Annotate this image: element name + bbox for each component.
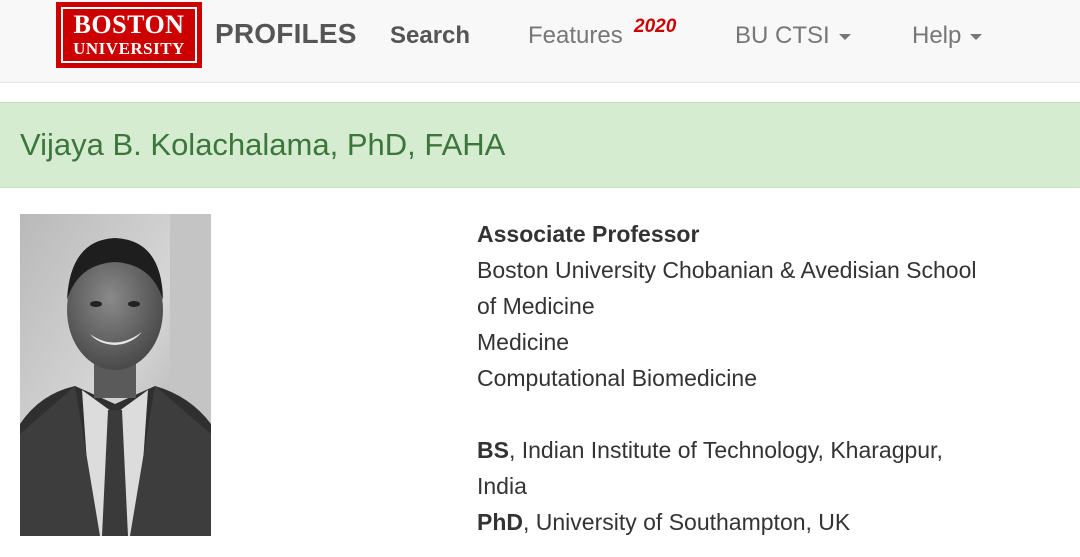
education-item: PhD, University of Southampton, UK [477,504,1057,540]
profile-photo [20,214,211,536]
caret-down-icon [970,33,983,40]
education-item-continuation: India [477,473,527,499]
caret-down-icon [838,33,851,40]
nav-bu-ctsi-dropdown[interactable]: BU CTSI [735,22,851,50]
profile-photo-image [20,214,211,536]
nav-search-link[interactable]: Search [390,22,470,50]
education-degree: BS [477,437,509,463]
boston-university-logo[interactable]: BOSTON UNIVERSITY [56,2,202,68]
profile-division: Computational Biomedicine [477,365,757,391]
nav-help-dropdown[interactable]: Help [912,22,983,50]
features-2020-badge: 2020 [634,16,677,37]
nav-features-label: Features [528,22,623,49]
logo-line-2: UNIVERSITY [73,39,185,58]
top-navbar: BOSTON UNIVERSITY PROFILES Search Featur… [0,0,1080,83]
education-institution: , University of Southampton, UK [523,509,851,535]
nav-help-label: Help [912,22,962,49]
profile-department: Medicine [477,329,570,355]
profile-name: Vijaya B. Kolachalama, PhD, FAHA [20,127,506,162]
nav-features-link[interactable]: Features 2020 [528,16,676,50]
profile-info: Associate Professor Boston University Ch… [477,216,1057,540]
profile-school-line-2: of Medicine [477,293,595,319]
profile-school-line-1: Boston University Chobanian & Avedisian … [477,257,977,283]
logo-line-1: BOSTON [73,10,185,39]
education-degree: PhD [477,509,523,535]
profile-name-banner: Vijaya B. Kolachalama, PhD, FAHA [0,102,1080,188]
logo-border: BOSTON UNIVERSITY [61,7,197,63]
profiles-brand-link[interactable]: PROFILES [215,18,357,50]
education-item: BS, Indian Institute of Technology, Khar… [477,432,1057,468]
education-institution: , Indian Institute of Technology, Kharag… [508,437,943,463]
profile-title: Associate Professor [477,221,700,247]
nav-bu-ctsi-label: BU CTSI [735,22,830,49]
